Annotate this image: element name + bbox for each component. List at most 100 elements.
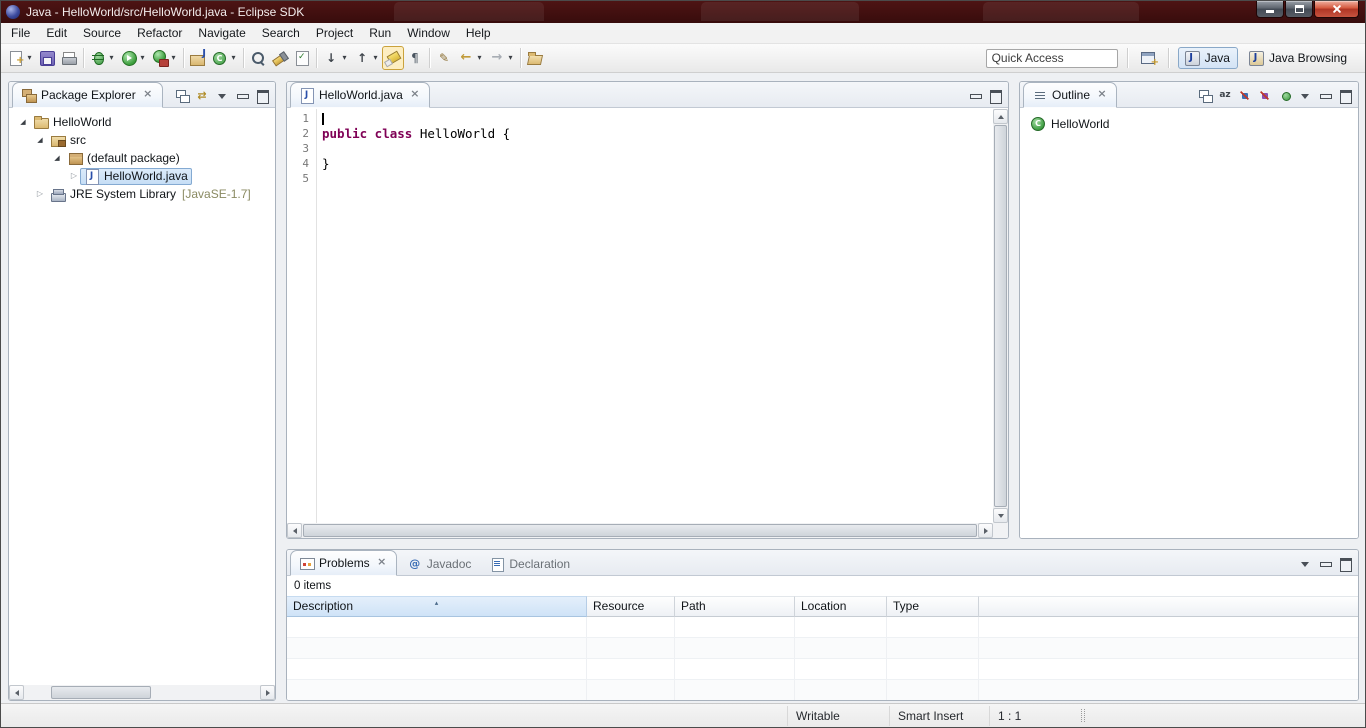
menu-item-refactor[interactable]: Refactor xyxy=(129,24,190,42)
scrollbar-thumb[interactable] xyxy=(51,686,151,699)
outline-item-helloworld[interactable]: HelloWorld xyxy=(1020,115,1358,133)
column-header-description[interactable]: Description xyxy=(287,596,587,617)
new-java-project-button[interactable] xyxy=(187,46,209,70)
view-action-hide-non-public-button[interactable] xyxy=(1275,85,1295,105)
close-window-button[interactable] xyxy=(1314,1,1359,18)
view-action-view-menu-button[interactable] xyxy=(212,85,232,105)
minimize-window-button[interactable] xyxy=(1256,1,1284,18)
tree-expand-icon[interactable] xyxy=(34,133,46,147)
view-action-view-menu-button[interactable] xyxy=(1295,553,1315,573)
scroll-right-button[interactable] xyxy=(978,523,993,538)
view-action-minimize-button[interactable] xyxy=(965,85,985,105)
code-editor[interactable]: public class HelloWorld {} xyxy=(318,109,993,523)
column-header-type[interactable]: Type xyxy=(887,596,979,617)
menu-item-navigate[interactable]: Navigate xyxy=(190,24,253,42)
tab-javadoc[interactable]: Javadoc xyxy=(399,553,480,575)
menu-item-source[interactable]: Source xyxy=(75,24,129,42)
quick-access-input[interactable] xyxy=(986,49,1118,68)
tree-expand-icon[interactable] xyxy=(51,151,63,165)
view-action-view-menu-button[interactable] xyxy=(1295,85,1315,105)
scrollbar-thumb[interactable] xyxy=(994,125,1007,507)
dropdown-arrow-icon[interactable] xyxy=(371,46,380,70)
save-button[interactable] xyxy=(36,46,58,70)
scroll-right-button[interactable] xyxy=(260,685,275,700)
outline-body[interactable]: HelloWorld xyxy=(1020,109,1358,538)
perspective-java-button[interactable]: Java xyxy=(1178,47,1238,69)
close-tab-icon[interactable] xyxy=(142,89,154,101)
run-button[interactable] xyxy=(118,46,149,70)
tab-helloworld-java[interactable]: HelloWorld.java xyxy=(290,82,430,108)
view-action-maximize-button[interactable] xyxy=(1335,85,1355,105)
scroll-left-button[interactable] xyxy=(9,685,24,700)
tree-item-jre-system-library[interactable]: JRE System Library [JavaSE-1.7] xyxy=(9,185,275,203)
print-button[interactable] xyxy=(58,46,80,70)
column-header-location[interactable]: Location xyxy=(795,596,887,617)
view-action-collapse-all-button[interactable] xyxy=(172,85,192,105)
dropdown-arrow-icon[interactable] xyxy=(340,46,349,70)
dropdown-arrow-icon[interactable] xyxy=(25,46,34,70)
view-action-maximize-button[interactable] xyxy=(985,85,1005,105)
open-type-button[interactable] xyxy=(247,46,269,70)
maximize-window-button[interactable] xyxy=(1285,1,1313,18)
tab-declaration[interactable]: Declaration xyxy=(481,553,578,575)
scroll-down-button[interactable] xyxy=(993,508,1008,523)
view-action-maximize-button[interactable] xyxy=(1335,553,1355,573)
horizontal-scrollbar[interactable] xyxy=(287,523,993,538)
menu-item-file[interactable]: File xyxy=(3,24,38,42)
run-external-tools-button[interactable] xyxy=(149,46,180,70)
show-whitespace-button[interactable] xyxy=(404,46,426,70)
view-action-minimize-button[interactable] xyxy=(1315,553,1335,573)
column-header-path[interactable]: Path xyxy=(675,596,795,617)
menu-item-project[interactable]: Project xyxy=(308,24,361,42)
scroll-left-button[interactable] xyxy=(287,523,302,538)
next-annotation-button[interactable] xyxy=(320,46,351,70)
vertical-scrollbar[interactable] xyxy=(993,109,1008,523)
view-action-maximize-button[interactable] xyxy=(252,85,272,105)
debug-button[interactable] xyxy=(87,46,118,70)
tab-package-explorer[interactable]: Package Explorer xyxy=(12,82,163,108)
package-explorer-body[interactable]: HelloWorldsrc(default package)HelloWorld… xyxy=(9,109,275,700)
close-tab-icon[interactable] xyxy=(1096,89,1108,101)
tree-item-helloworld[interactable]: HelloWorld xyxy=(9,113,275,131)
back-button[interactable] xyxy=(455,46,486,70)
tab-problems[interactable]: Problems xyxy=(290,550,397,576)
dropdown-arrow-icon[interactable] xyxy=(169,46,178,70)
new-java-class-button[interactable] xyxy=(209,46,240,70)
close-tab-icon[interactable] xyxy=(376,557,388,569)
view-action-hide-static-button[interactable] xyxy=(1255,85,1275,105)
dropdown-arrow-icon[interactable] xyxy=(506,46,515,70)
dropdown-arrow-icon[interactable] xyxy=(107,46,116,70)
tree-expand-icon[interactable] xyxy=(17,115,29,129)
dropdown-arrow-icon[interactable] xyxy=(229,46,238,70)
toggle-mark-occurrences-button[interactable] xyxy=(382,46,404,70)
menu-item-run[interactable]: Run xyxy=(361,24,399,42)
view-action-minimize-button[interactable] xyxy=(1315,85,1335,105)
last-edit-location-button[interactable] xyxy=(433,46,455,70)
forward-button[interactable] xyxy=(486,46,517,70)
perspective-java-browsing-button[interactable]: Java Browsing xyxy=(1242,47,1355,69)
search-button[interactable] xyxy=(269,46,291,70)
title-bar[interactable]: Java - HelloWorld/src/HelloWorld.java - … xyxy=(1,1,1365,23)
column-header-resource[interactable]: Resource xyxy=(587,596,675,617)
menu-item-help[interactable]: Help xyxy=(458,24,499,42)
scroll-up-button[interactable] xyxy=(993,109,1008,124)
open-task-button[interactable] xyxy=(291,46,313,70)
menu-item-search[interactable]: Search xyxy=(254,24,308,42)
tree-item-src[interactable]: src xyxy=(9,131,275,149)
view-action-hide-fields-button[interactable] xyxy=(1235,85,1255,105)
new-wizard-button[interactable] xyxy=(5,46,36,70)
horizontal-scrollbar[interactable] xyxy=(9,685,275,700)
view-action-collapse-all-button[interactable] xyxy=(1195,85,1215,105)
line-number-ruler[interactable]: 12345 xyxy=(287,109,317,523)
open-file-button[interactable] xyxy=(524,46,546,70)
scrollbar-thumb[interactable] xyxy=(303,524,977,537)
dropdown-arrow-icon[interactable] xyxy=(475,46,484,70)
view-action-sort-button[interactable] xyxy=(1215,85,1235,105)
dropdown-arrow-icon[interactable] xyxy=(138,46,147,70)
close-tab-icon[interactable] xyxy=(409,89,421,101)
tree-item-helloworld-java[interactable]: HelloWorld.java xyxy=(9,167,275,185)
tree-expand-icon[interactable] xyxy=(68,169,80,183)
tab-outline[interactable]: Outline xyxy=(1023,82,1117,108)
view-action-link-with-editor-button[interactable] xyxy=(192,85,212,105)
previous-annotation-button[interactable] xyxy=(351,46,382,70)
